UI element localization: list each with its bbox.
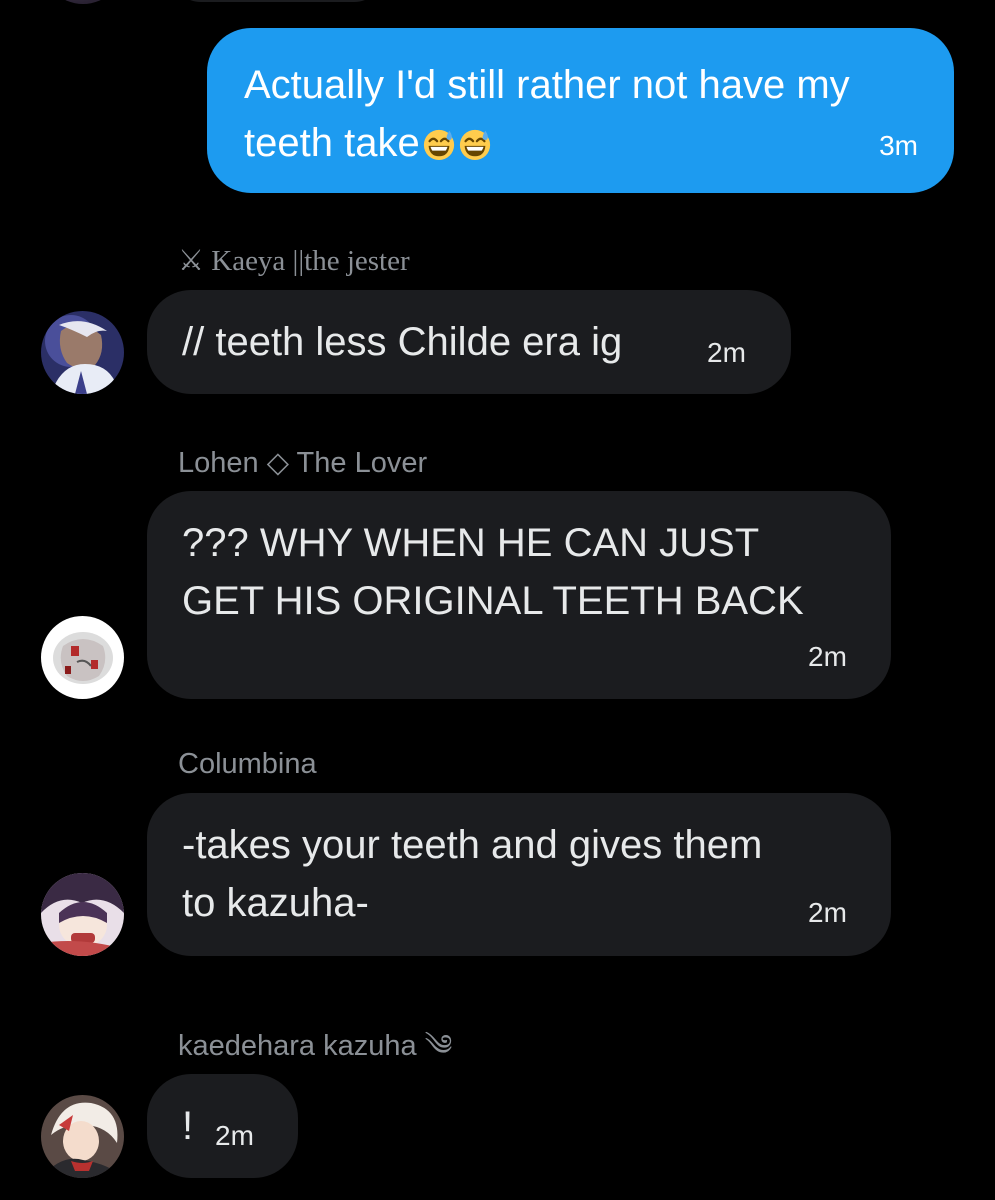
message-text: !	[182, 1104, 194, 1148]
message-text: Actually I'd still rather not have my te…	[244, 56, 864, 172]
message-text: -takes your teeth and gives them to kazu…	[182, 816, 762, 932]
message-bubble[interactable]	[170, 0, 385, 2]
lohen-avatar[interactable]	[41, 616, 124, 699]
columbina-avatar[interactable]	[41, 873, 124, 956]
message-text-content: Actually I'd still rather not have my te…	[244, 63, 850, 165]
avatar-image	[41, 616, 124, 699]
avatar[interactable]	[42, 0, 124, 4]
message-timestamp: 2m	[808, 641, 847, 672]
message-text: ??? WHY WHEN HE CAN JUST GET HIS ORIGINA…	[182, 514, 804, 630]
message-timestamp: 2m	[808, 897, 847, 928]
outgoing-message-bubble[interactable]: Actually I'd still rather not have my te…	[207, 28, 954, 193]
sweat-smile-emoji-icon	[423, 129, 454, 161]
message-text-line: ??? WHY WHEN HE CAN JUST	[182, 521, 760, 565]
sender-name[interactable]: Columbina	[178, 748, 317, 781]
sender-name[interactable]: Lohen ◇ The Lover	[178, 445, 427, 480]
incoming-message-bubble[interactable]: -takes your teeth and gives them to kazu…	[147, 793, 891, 956]
avatar-image	[41, 1095, 124, 1178]
message-text-line: to kazuha-	[182, 881, 369, 925]
kazuha-avatar[interactable]	[41, 1095, 124, 1178]
sender-name[interactable]: ⚔ Kaeya ||the jester	[178, 243, 410, 278]
message-text: // teeth less Childe era ig	[182, 320, 623, 364]
incoming-message-bubble[interactable]: ! 2m	[147, 1074, 298, 1178]
message-timestamp: 2m	[215, 1120, 254, 1151]
sweat-smile-emoji-icon	[459, 129, 490, 161]
message-timestamp: 3m	[879, 130, 918, 161]
kaeya-avatar[interactable]	[41, 311, 124, 394]
incoming-message-bubble[interactable]: // teeth less Childe era ig 2m	[147, 290, 791, 394]
incoming-message-bubble[interactable]: ??? WHY WHEN HE CAN JUST GET HIS ORIGINA…	[147, 491, 891, 699]
avatar-image	[41, 311, 124, 394]
message-timestamp: 2m	[707, 337, 746, 368]
avatar-image	[41, 873, 124, 956]
dm-conversation: Actually I'd still rather not have my te…	[0, 0, 995, 1200]
message-text-line: GET HIS ORIGINAL TEETH BACK	[182, 579, 804, 623]
message-text-line: -takes your teeth and gives them	[182, 823, 763, 867]
